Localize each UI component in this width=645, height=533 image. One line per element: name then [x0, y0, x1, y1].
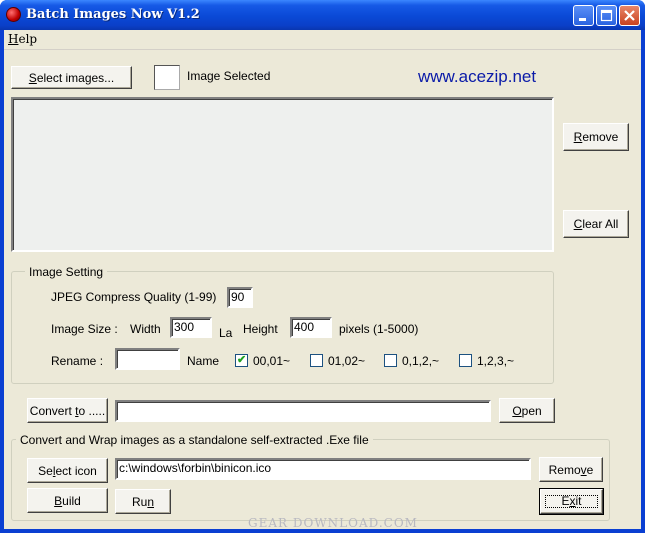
run-button[interactable]: Run	[115, 489, 171, 514]
icon-path-input[interactable]: c:\windows\forbin\binicon.ico	[115, 458, 531, 480]
option-1-2-3-label: 1,2,3,~	[477, 354, 515, 368]
menu-help-hotkey: H	[8, 32, 19, 46]
build-button[interactable]: Build	[27, 488, 108, 513]
watermark-text: GEAR DOWNLOAD.COM	[248, 516, 418, 530]
option-00-01-label: 00,01~	[253, 354, 291, 368]
image-list[interactable]	[11, 97, 554, 252]
title-bar[interactable]: Batch Images Now V1.2	[0, 0, 645, 30]
option-0-1-2-label: 0,1,2,~	[402, 354, 440, 368]
option-0-1-2-checkbox[interactable]	[384, 354, 397, 367]
rename-label: Rename :	[51, 354, 104, 368]
clear-all-button[interactable]: Clear All	[563, 210, 629, 238]
remove-image-button[interactable]: Remove	[563, 123, 629, 151]
image-size-label: Image Size :	[51, 322, 118, 336]
width-label: Width	[130, 322, 161, 336]
image-selected-indicator	[154, 65, 180, 90]
select-images-button[interactable]: Select images...	[11, 66, 132, 89]
menu-help-label-post: elp	[18, 32, 38, 46]
rename-input[interactable]	[115, 348, 180, 370]
convert-to-button[interactable]: Convert to .....	[27, 398, 108, 423]
website-link[interactable]: www.acezip.net	[418, 67, 536, 87]
width-input[interactable]: 300	[170, 317, 212, 338]
client-area: Help Select images... Image Selected www…	[4, 30, 641, 529]
remove-icon-button[interactable]: Remove	[539, 457, 603, 482]
app-window: Batch Images Now V1.2 Help Select images…	[0, 0, 645, 533]
wrap-exe-title: Convert and Wrap images as a standalone …	[16, 433, 373, 447]
height-label: Height	[243, 322, 278, 336]
quality-input[interactable]: 90	[227, 287, 253, 308]
close-button[interactable]	[619, 5, 640, 26]
maximize-icon	[600, 9, 613, 22]
minimize-icon	[579, 18, 586, 21]
image-setting-title: Image Setting	[25, 265, 108, 279]
option-00-01-checkbox[interactable]: ✔	[235, 354, 248, 367]
window-title: Batch Images Now V1.2	[26, 7, 200, 22]
minimize-button[interactable]	[573, 5, 594, 26]
option-01-02-label: 01,02~	[328, 354, 366, 368]
link-aspect-label[interactable]: La	[219, 326, 232, 340]
open-button[interactable]: Open	[499, 398, 555, 423]
pixels-range-label: pixels (1-5000)	[339, 322, 419, 336]
menu-bar: Help	[4, 30, 641, 50]
option-01-02-checkbox[interactable]	[310, 354, 323, 367]
height-input[interactable]: 400	[290, 317, 332, 338]
name-label: Name	[187, 354, 220, 368]
app-icon[interactable]	[6, 7, 21, 22]
option-1-2-3-checkbox[interactable]	[459, 354, 472, 367]
select-icon-button[interactable]: Select icon	[27, 458, 108, 483]
menu-help[interactable]: Help	[8, 32, 37, 46]
checkmark-icon: ✔	[237, 354, 247, 366]
image-selected-label: Image Selected	[187, 69, 271, 83]
close-icon	[624, 10, 635, 21]
exit-button[interactable]: Exit	[539, 488, 604, 515]
quality-label: JPEG Compress Quality (1-99)	[51, 290, 217, 304]
convert-path-input[interactable]	[115, 400, 491, 422]
maximize-button[interactable]	[596, 5, 617, 26]
